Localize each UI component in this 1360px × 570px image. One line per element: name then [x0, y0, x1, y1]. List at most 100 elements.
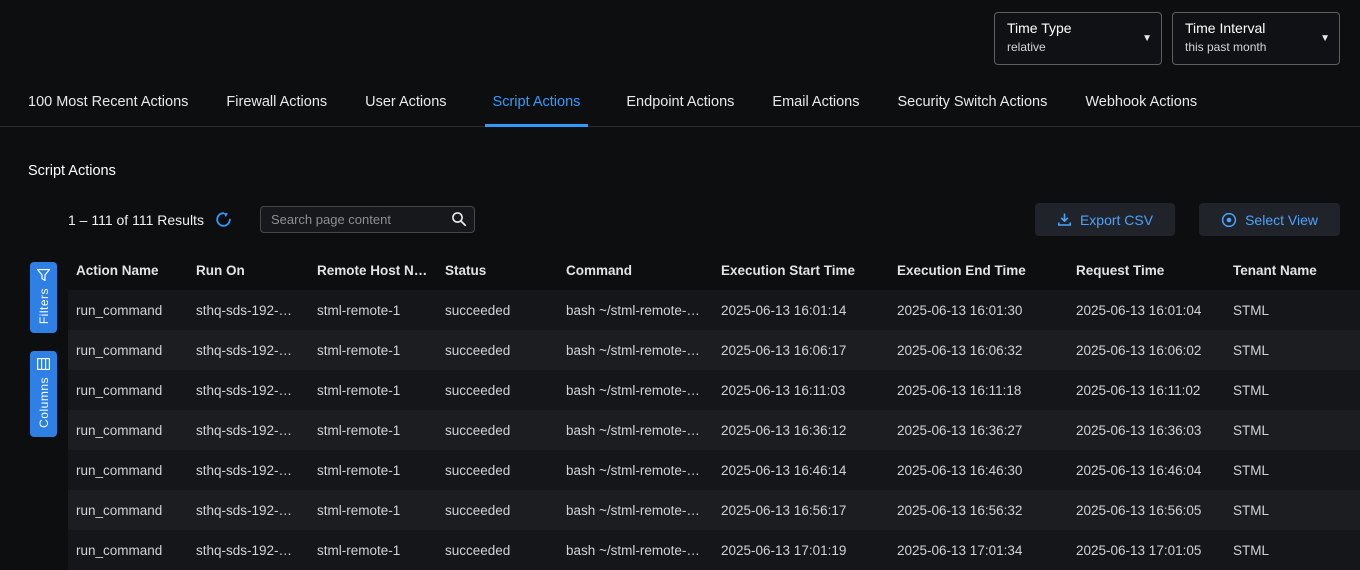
- table-cell: 2025-06-13 16:36:12: [713, 410, 889, 450]
- table-cell: sthq-sds-192-…: [188, 490, 309, 530]
- table-cell: stml-remote-1: [309, 490, 437, 530]
- table-body: run_commandsthq-sds-192-…stml-remote-1su…: [68, 290, 1360, 570]
- table-cell: 2025-06-13 16:11:02: [1068, 370, 1225, 410]
- table-cell: stml-remote-1: [309, 450, 437, 490]
- column-header[interactable]: Request Time: [1068, 250, 1225, 290]
- chevron-down-icon: ▼: [1320, 33, 1330, 44]
- column-header[interactable]: Execution End Time: [889, 250, 1068, 290]
- results-count: 1 – 111 of 111 Results: [68, 212, 204, 228]
- table-cell: run_command: [68, 410, 188, 450]
- table-cell: STML: [1225, 490, 1360, 530]
- tab-100-most-recent-actions[interactable]: 100 Most Recent Actions: [28, 94, 188, 127]
- topbar: Time Type relative ▼ Time Interval this …: [0, 0, 1360, 80]
- column-header[interactable]: Remote Host N…: [309, 250, 437, 290]
- columns-button[interactable]: Columns: [30, 351, 57, 437]
- export-csv-label: Export CSV: [1080, 212, 1153, 228]
- table-cell: 2025-06-13 16:11:03: [713, 370, 889, 410]
- tab-webhook-actions[interactable]: Webhook Actions: [1085, 94, 1197, 127]
- page-title: Script Actions: [28, 163, 1360, 179]
- table-cell: 2025-06-13 16:56:05: [1068, 490, 1225, 530]
- refresh-icon: [215, 211, 232, 228]
- time-interval-dropdown[interactable]: Time Interval this past month ▼: [1172, 12, 1340, 65]
- table-cell: bash ~/stml-remote-…: [558, 370, 713, 410]
- search-input[interactable]: [260, 206, 475, 233]
- table-cell: 2025-06-13 16:11:18: [889, 370, 1068, 410]
- column-header[interactable]: Tenant Name: [1225, 250, 1360, 290]
- column-header[interactable]: Action Name: [68, 250, 188, 290]
- refresh-button[interactable]: [214, 210, 234, 230]
- table-cell: sthq-sds-192-…: [188, 370, 309, 410]
- select-view-button[interactable]: Select View: [1199, 203, 1340, 236]
- table-cell: stml-remote-1: [309, 370, 437, 410]
- table-cell: 2025-06-13 16:01:30: [889, 290, 1068, 330]
- filter-icon: [37, 269, 50, 281]
- download-icon: [1057, 212, 1072, 227]
- table-row[interactable]: run_commandsthq-sds-192-…stml-remote-1su…: [68, 410, 1360, 450]
- table-header-row: Action NameRun OnRemote Host N…StatusCom…: [68, 250, 1360, 290]
- table-cell: STML: [1225, 290, 1360, 330]
- filters-label: Filters: [37, 288, 51, 324]
- table-cell: 2025-06-13 17:01:19: [713, 530, 889, 570]
- table-row[interactable]: run_commandsthq-sds-192-…stml-remote-1su…: [68, 370, 1360, 410]
- tab-security-switch-actions[interactable]: Security Switch Actions: [897, 94, 1047, 127]
- table-cell: STML: [1225, 370, 1360, 410]
- table-cell: 2025-06-13 16:36:03: [1068, 410, 1225, 450]
- table-cell: succeeded: [437, 410, 558, 450]
- table-row[interactable]: run_commandsthq-sds-192-…stml-remote-1su…: [68, 530, 1360, 570]
- table-cell: sthq-sds-192-…: [188, 450, 309, 490]
- table-cell: STML: [1225, 330, 1360, 370]
- table-cell: sthq-sds-192-…: [188, 290, 309, 330]
- column-header[interactable]: Run On: [188, 250, 309, 290]
- search-icon[interactable]: [451, 211, 467, 227]
- table-cell: 2025-06-13 17:01:34: [889, 530, 1068, 570]
- table-cell: succeeded: [437, 290, 558, 330]
- table-row[interactable]: run_commandsthq-sds-192-…stml-remote-1su…: [68, 290, 1360, 330]
- column-header[interactable]: Command: [558, 250, 713, 290]
- table-cell: sthq-sds-192-…: [188, 530, 309, 570]
- table-cell: 2025-06-13 16:56:32: [889, 490, 1068, 530]
- filters-button[interactable]: Filters: [30, 262, 57, 333]
- search-wrap: [260, 206, 475, 233]
- column-header[interactable]: Execution Start Time: [713, 250, 889, 290]
- table-cell: STML: [1225, 530, 1360, 570]
- table-cell: STML: [1225, 410, 1360, 450]
- table-row[interactable]: run_commandsthq-sds-192-…stml-remote-1su…: [68, 450, 1360, 490]
- table-cell: stml-remote-1: [309, 530, 437, 570]
- time-interval-value: this past month: [1185, 40, 1313, 54]
- table-cell: run_command: [68, 290, 188, 330]
- table-cell: run_command: [68, 530, 188, 570]
- table-cell: bash ~/stml-remote-…: [558, 530, 713, 570]
- table-cell: run_command: [68, 450, 188, 490]
- table-cell: stml-remote-1: [309, 290, 437, 330]
- table-cell: sthq-sds-192-…: [188, 330, 309, 370]
- chevron-down-icon: ▼: [1142, 33, 1152, 44]
- export-csv-button[interactable]: Export CSV: [1035, 203, 1175, 236]
- table-cell: succeeded: [437, 530, 558, 570]
- table-row[interactable]: run_commandsthq-sds-192-…stml-remote-1su…: [68, 490, 1360, 530]
- time-type-dropdown[interactable]: Time Type relative ▼: [994, 12, 1162, 65]
- table-row[interactable]: run_commandsthq-sds-192-…stml-remote-1su…: [68, 330, 1360, 370]
- table-cell: bash ~/stml-remote-…: [558, 450, 713, 490]
- time-interval-label: Time Interval: [1185, 20, 1313, 36]
- columns-icon: [37, 358, 50, 370]
- time-type-value: relative: [1007, 40, 1135, 54]
- table-cell: 2025-06-13 16:01:04: [1068, 290, 1225, 330]
- table-cell: bash ~/stml-remote-…: [558, 330, 713, 370]
- column-header[interactable]: Status: [437, 250, 558, 290]
- tab-script-actions[interactable]: Script Actions: [485, 94, 589, 127]
- toolbar: 1 – 111 of 111 Results Export CSV Select…: [68, 203, 1340, 236]
- table-cell: sthq-sds-192-…: [188, 410, 309, 450]
- tab-firewall-actions[interactable]: Firewall Actions: [226, 94, 327, 127]
- tab-email-actions[interactable]: Email Actions: [772, 94, 859, 127]
- table-cell: succeeded: [437, 330, 558, 370]
- table-cell: bash ~/stml-remote-…: [558, 410, 713, 450]
- table-area: Filters Columns Action NameRun OnRemote …: [0, 250, 1360, 570]
- time-type-label: Time Type: [1007, 20, 1135, 36]
- tab-endpoint-actions[interactable]: Endpoint Actions: [626, 94, 734, 127]
- tab-user-actions[interactable]: User Actions: [365, 94, 446, 127]
- table-cell: bash ~/stml-remote-…: [558, 490, 713, 530]
- table-cell: 2025-06-13 16:46:30: [889, 450, 1068, 490]
- table-cell: 2025-06-13 16:46:14: [713, 450, 889, 490]
- table-cell: run_command: [68, 330, 188, 370]
- table-cell: 2025-06-13 16:56:17: [713, 490, 889, 530]
